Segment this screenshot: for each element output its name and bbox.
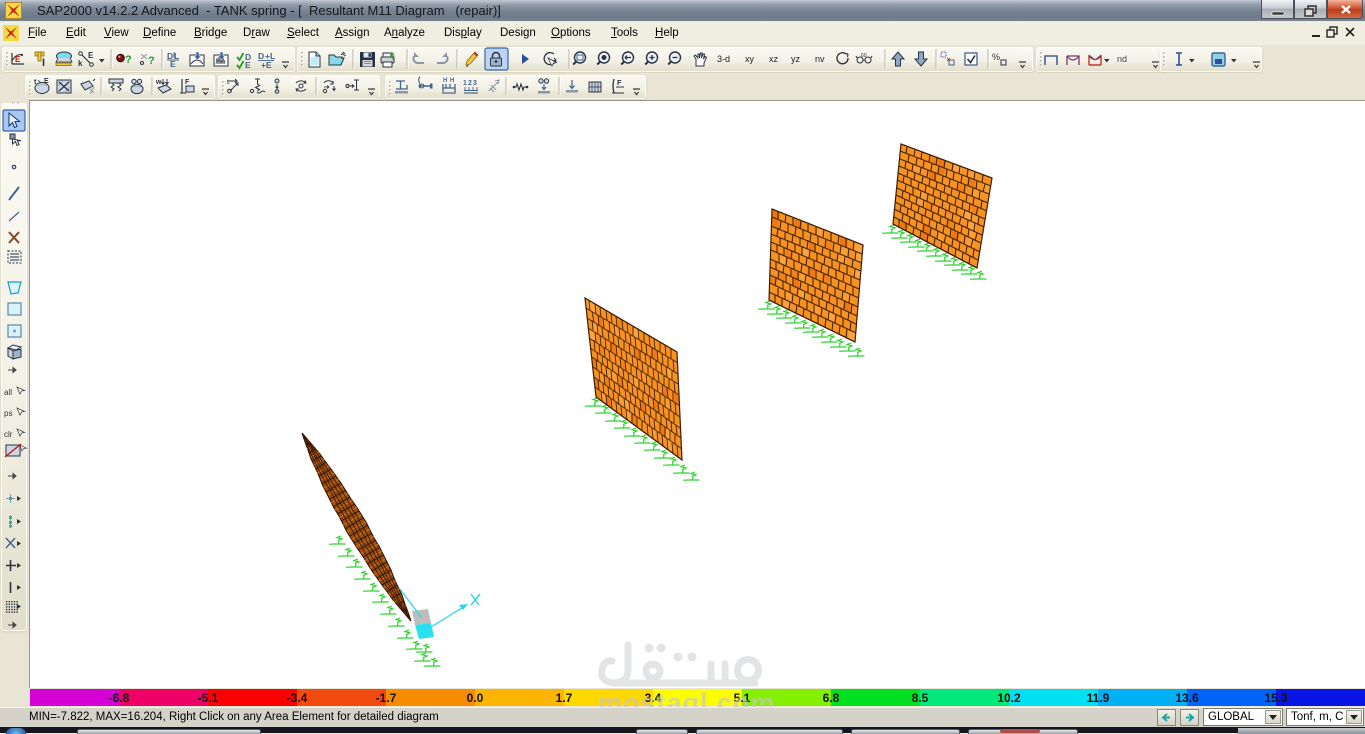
svg-text:E: E bbox=[170, 59, 176, 69]
svg-text:I: I bbox=[42, 57, 45, 69]
svg-text:xy: xy bbox=[745, 54, 755, 64]
svg-text:3-d: 3-d bbox=[717, 54, 730, 64]
svg-text:ps: ps bbox=[4, 409, 12, 418]
svg-text:%: % bbox=[992, 52, 1000, 62]
svg-text:F: F bbox=[617, 78, 622, 87]
svg-text:2: 2 bbox=[468, 80, 472, 87]
svg-text:(: ( bbox=[418, 77, 421, 84]
svg-text:E: E bbox=[88, 51, 94, 60]
svg-text:nd: nd bbox=[1117, 54, 1127, 64]
svg-text:w: w bbox=[155, 79, 162, 86]
svg-text:yz: yz bbox=[791, 54, 801, 64]
svg-text:t: t bbox=[227, 80, 229, 86]
svg-text:?: ? bbox=[148, 55, 155, 67]
svg-text:H: H bbox=[443, 78, 447, 84]
svg-text:xz: xz bbox=[769, 54, 779, 64]
svg-text:+E: +E bbox=[261, 60, 272, 70]
svg-text:F: F bbox=[185, 79, 190, 86]
svg-text:nv: nv bbox=[815, 54, 825, 64]
svg-text:60: 60 bbox=[861, 53, 867, 59]
svg-text:?: ? bbox=[125, 54, 132, 66]
svg-text:k: k bbox=[78, 59, 83, 68]
svg-text:E: E bbox=[245, 60, 251, 70]
svg-text:clr: clr bbox=[4, 430, 13, 439]
svg-text:3: 3 bbox=[473, 80, 477, 87]
svg-text:E: E bbox=[15, 55, 21, 64]
svg-text:E: E bbox=[44, 78, 49, 85]
svg-text:G: G bbox=[390, 53, 395, 59]
svg-text:H: H bbox=[450, 78, 454, 84]
svg-text:all: all bbox=[4, 388, 12, 397]
svg-text:1: 1 bbox=[463, 80, 467, 87]
